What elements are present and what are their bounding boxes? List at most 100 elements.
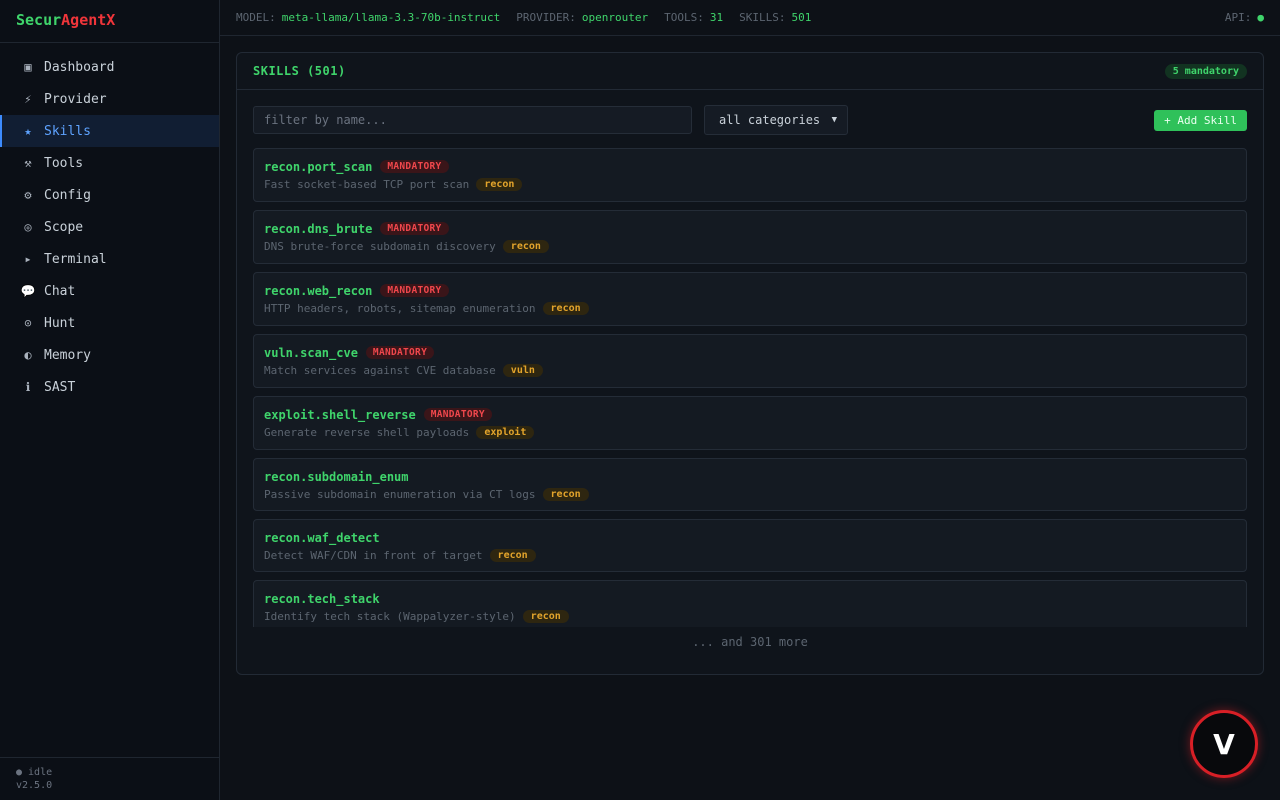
skill-name: vuln.scan_cve	[264, 345, 358, 360]
chat-bubble-icon: 💬	[20, 284, 36, 298]
sidebar-item-dashboard[interactable]: ▣ Dashboard	[0, 51, 219, 83]
skill-item[interactable]: exploit.shell_reverse MANDATORY Generate …	[253, 396, 1247, 450]
logo-part-agentx: AgentX	[61, 11, 116, 29]
skill-description: Match services against CVE database	[264, 364, 496, 377]
mandatory-badge: MANDATORY	[380, 284, 449, 297]
sidebar-item-config[interactable]: ⚙ Config	[0, 179, 219, 211]
sidebar-item-label: Tools	[44, 155, 84, 171]
category-select-value: all categories	[719, 113, 821, 127]
sidebar-item-sast[interactable]: ℹ SAST	[0, 371, 219, 403]
api-status-icon: ●	[1257, 11, 1264, 24]
sidebar-item-scope[interactable]: ◎ Scope	[0, 211, 219, 243]
target-icon: ◎	[24, 220, 32, 234]
category-badge: recon	[476, 178, 523, 191]
skill-description: HTTP headers, robots, sitemap enumeratio…	[264, 302, 536, 315]
mandatory-badge: MANDATORY	[380, 160, 449, 173]
skills-label: SKILLS:	[739, 11, 786, 24]
dashboard-icon: ▣	[24, 60, 32, 74]
status-bar: MODEL: meta-llama/llama-3.3-70b-instruct…	[220, 0, 1280, 36]
sidebar-item-hunt[interactable]: ⊙ Hunt	[0, 307, 219, 339]
sidebar-footer: ● idle v2.5.0	[0, 757, 220, 800]
skill-name: exploit.shell_reverse	[264, 407, 416, 422]
api-label: API:	[1224, 11, 1252, 24]
skill-item[interactable]: recon.waf_detect Detect WAF/CDN in front…	[253, 519, 1247, 572]
sidebar-item-label: Dashboard	[44, 59, 115, 75]
info-icon: ℹ	[25, 380, 31, 394]
sidebar-item-tools[interactable]: ⚒ Tools	[0, 147, 219, 179]
filter-input[interactable]	[253, 106, 692, 134]
skill-description: Detect WAF/CDN in front of target	[264, 549, 483, 562]
skill-item[interactable]: vuln.scan_cve MANDATORY Match services ag…	[253, 334, 1247, 388]
more-skills-text: ... and 301 more	[692, 635, 808, 649]
agent-status: ● idle	[16, 767, 53, 778]
skill-description: Passive subdomain enumeration via CT log…	[264, 488, 536, 501]
provider-label: PROVIDER:	[516, 11, 576, 24]
sidebar-item-skills[interactable]: ★ Skills	[0, 115, 219, 147]
skill-name: recon.port_scan	[264, 159, 373, 174]
category-badge: vuln	[502, 364, 543, 377]
chevron-down-icon: ▼	[831, 115, 837, 125]
skills-list: recon.port_scan MANDATORY Fast socket-bas…	[253, 148, 1247, 627]
sidebar-item-chat[interactable]: 💬 Chat	[0, 275, 219, 307]
provider-value: openrouter	[581, 11, 649, 24]
skill-name: recon.web_recon	[264, 283, 373, 298]
app-version: v2.5.0	[16, 780, 53, 791]
skill-name: recon.subdomain_enum	[264, 469, 409, 484]
model-label: MODEL:	[236, 11, 276, 24]
category-badge: recon	[522, 610, 569, 623]
sidebar-item-memory[interactable]: ◐ Memory	[0, 339, 219, 371]
terminal-icon: ▸	[24, 252, 32, 266]
skill-description: Fast socket-based TCP port scan	[264, 178, 470, 191]
app-logo[interactable]: SecurAgentX	[0, 0, 219, 43]
sidebar-item-label: Chat	[44, 283, 76, 299]
sidebar-item-provider[interactable]: ⚡ Provider	[0, 83, 219, 115]
sidebar-item-label: SAST	[44, 379, 76, 395]
skills-panel: SKILLS (501) 5 mandatory all categories …	[236, 52, 1264, 675]
skill-controls: all categories ▼ + Add Skill	[253, 105, 1247, 135]
assistant-fab-button[interactable]: V	[1190, 710, 1258, 778]
sidebar-nav: ▣ Dashboard ⚡ Provider ★ Skills ⚒ Tools ⚙ Con…	[0, 43, 219, 403]
sidebar-item-label: Scope	[44, 219, 84, 235]
gear-icon: ⚙	[24, 188, 32, 202]
skill-item[interactable]: recon.dns_brute MANDATORY DNS brute-force…	[253, 210, 1247, 264]
mandatory-count-badge: 5 mandatory	[1164, 63, 1247, 79]
category-badge: recon	[542, 302, 589, 315]
sidebar-item-label: Terminal	[44, 251, 107, 267]
skill-item[interactable]: recon.subdomain_enum Passive subdomain e…	[253, 458, 1247, 511]
add-skill-button[interactable]: + Add Skill	[1154, 110, 1247, 131]
sidebar-item-label: Hunt	[44, 315, 76, 331]
skill-name: recon.dns_brute	[264, 221, 373, 236]
skill-description: Generate reverse shell payloads	[264, 426, 470, 439]
logo-part-secur: Secur	[16, 11, 62, 29]
sidebar-item-label: Skills	[44, 123, 91, 139]
hammer-pick-icon: ⚒	[24, 156, 32, 170]
skills-count: 501	[791, 11, 812, 24]
category-badge: recon	[542, 488, 589, 501]
mandatory-badge: MANDATORY	[365, 346, 435, 359]
crosshair-icon: ⊙	[24, 316, 32, 330]
fab-letter: V	[1213, 727, 1235, 761]
mandatory-badge: MANDATORY	[380, 222, 449, 235]
skill-name: recon.waf_detect	[264, 530, 380, 545]
skill-item[interactable]: recon.tech_stack Identify tech stack (Wa…	[253, 580, 1247, 627]
bolt-icon: ⚡	[24, 92, 32, 106]
panel-title: SKILLS (501)	[253, 64, 346, 78]
half-circle-icon: ◐	[24, 348, 32, 362]
sidebar-item-terminal[interactable]: ▸ Terminal	[0, 243, 219, 275]
skill-name: recon.tech_stack	[264, 591, 380, 606]
sidebar-item-label: Memory	[44, 347, 91, 363]
tools-count: 31	[709, 11, 724, 24]
sidebar-item-label: Config	[44, 187, 91, 203]
category-select[interactable]: all categories ▼	[704, 105, 848, 135]
skill-item[interactable]: recon.web_recon MANDATORY HTTP headers, r…	[253, 272, 1247, 326]
mandatory-badge: MANDATORY	[423, 408, 492, 421]
panel-header: SKILLS (501) 5 mandatory	[237, 53, 1263, 90]
skill-item[interactable]: recon.port_scan MANDATORY Fast socket-bas…	[253, 148, 1247, 202]
sidebar-item-label: Provider	[44, 91, 107, 107]
tools-label: TOOLS:	[664, 11, 704, 24]
sidebar: SecurAgentX ▣ Dashboard ⚡ Provider ★ Skills…	[0, 0, 220, 800]
model-value: meta-llama/llama-3.3-70b-instruct	[281, 11, 501, 24]
skill-description: Identify tech stack (Wappalyzer-style)	[264, 610, 516, 623]
category-badge: recon	[489, 549, 536, 562]
star-icon: ★	[24, 124, 32, 138]
